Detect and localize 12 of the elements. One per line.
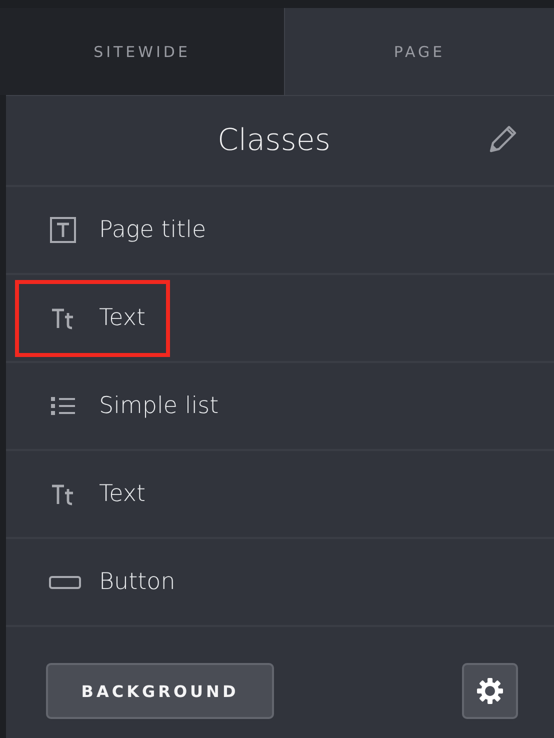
background-button[interactable]: BACKGROUND — [46, 663, 274, 719]
settings-button[interactable] — [462, 663, 518, 719]
pencil-icon[interactable] — [488, 124, 518, 154]
class-item[interactable]: Text — [99, 481, 146, 507]
tab[interactable]: PAGE — [284, 8, 554, 95]
class-item[interactable]: Simple list — [99, 393, 219, 419]
panel-title: Classes — [217, 123, 330, 158]
class-item[interactable]: Text — [99, 305, 146, 331]
class-item[interactable]: Button — [99, 569, 176, 595]
tab[interactable]: SITEWIDE — [0, 8, 284, 95]
class-item[interactable]: Page title — [99, 217, 206, 243]
gear-icon — [475, 676, 505, 706]
